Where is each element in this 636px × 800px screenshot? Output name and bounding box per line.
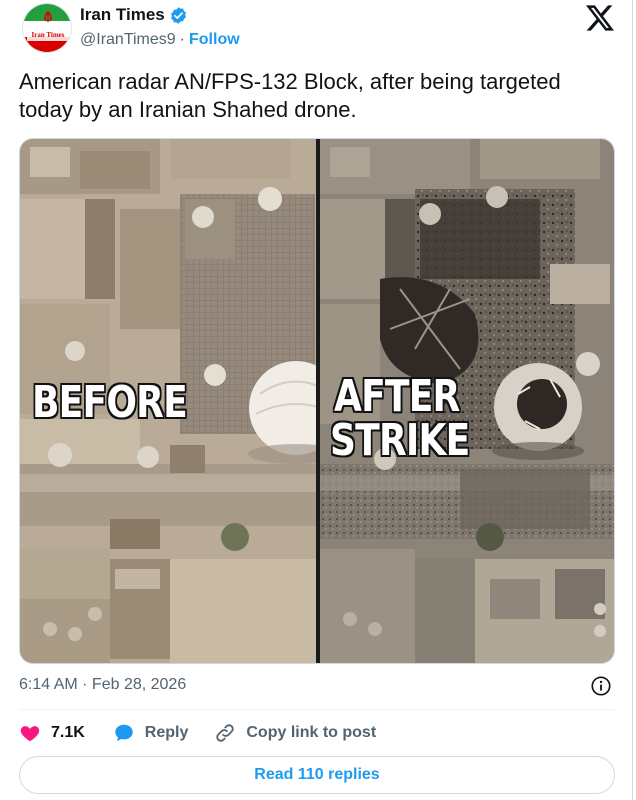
copy-link-label: Copy link to post xyxy=(246,724,377,741)
author-display-name[interactable]: Iran Times xyxy=(80,5,165,25)
info-icon[interactable] xyxy=(590,675,612,697)
verified-badge-icon xyxy=(170,6,186,24)
reply-label: Reply xyxy=(144,724,189,741)
tweet-timestamp[interactable]: 6:14 AM · Feb 28, 2026 xyxy=(19,676,186,694)
after-label-line2: STRIKE xyxy=(330,415,470,466)
tweet-actions: 7.1K Reply Copy link to post xyxy=(19,720,376,746)
avatar-label: Iran Times xyxy=(31,31,65,39)
like-button[interactable]: 7.1K xyxy=(19,722,85,744)
heart-icon xyxy=(20,726,40,742)
handle-separator: · xyxy=(179,31,185,48)
tweet-text: American radar AN/FPS-132 Block, after b… xyxy=(19,69,561,122)
reply-button[interactable]: Reply xyxy=(113,722,189,744)
copy-link-button[interactable]: Copy link to post xyxy=(214,722,376,744)
author-block: Iran Times @IranTimes9 · Follow xyxy=(80,4,240,49)
link-icon xyxy=(216,724,235,742)
card-edge xyxy=(632,0,633,800)
iran-flag-avatar-icon xyxy=(23,4,71,52)
like-count: 7.1K xyxy=(51,724,85,741)
after-label-line1: AFTER xyxy=(334,371,460,422)
author-handle-row: @IranTimes9 · Follow xyxy=(80,31,240,49)
author-name-row: Iran Times xyxy=(80,4,240,26)
footer-divider xyxy=(19,709,615,710)
follow-button[interactable]: Follow xyxy=(189,31,240,49)
tweet-card: Iran Times Iran Times @IranTimes9 · Foll… xyxy=(0,0,636,800)
author-handle[interactable]: @IranTimes9 xyxy=(80,31,176,49)
x-logo-icon[interactable] xyxy=(586,4,614,32)
speech-bubble-icon xyxy=(115,724,133,742)
tweet-media-image[interactable]: BEFORE AFTER STRIKE xyxy=(19,138,615,664)
before-label: BEFORE xyxy=(32,377,188,428)
read-replies-button[interactable]: Read 110 replies xyxy=(19,756,615,794)
author-avatar[interactable]: Iran Times xyxy=(22,3,72,53)
